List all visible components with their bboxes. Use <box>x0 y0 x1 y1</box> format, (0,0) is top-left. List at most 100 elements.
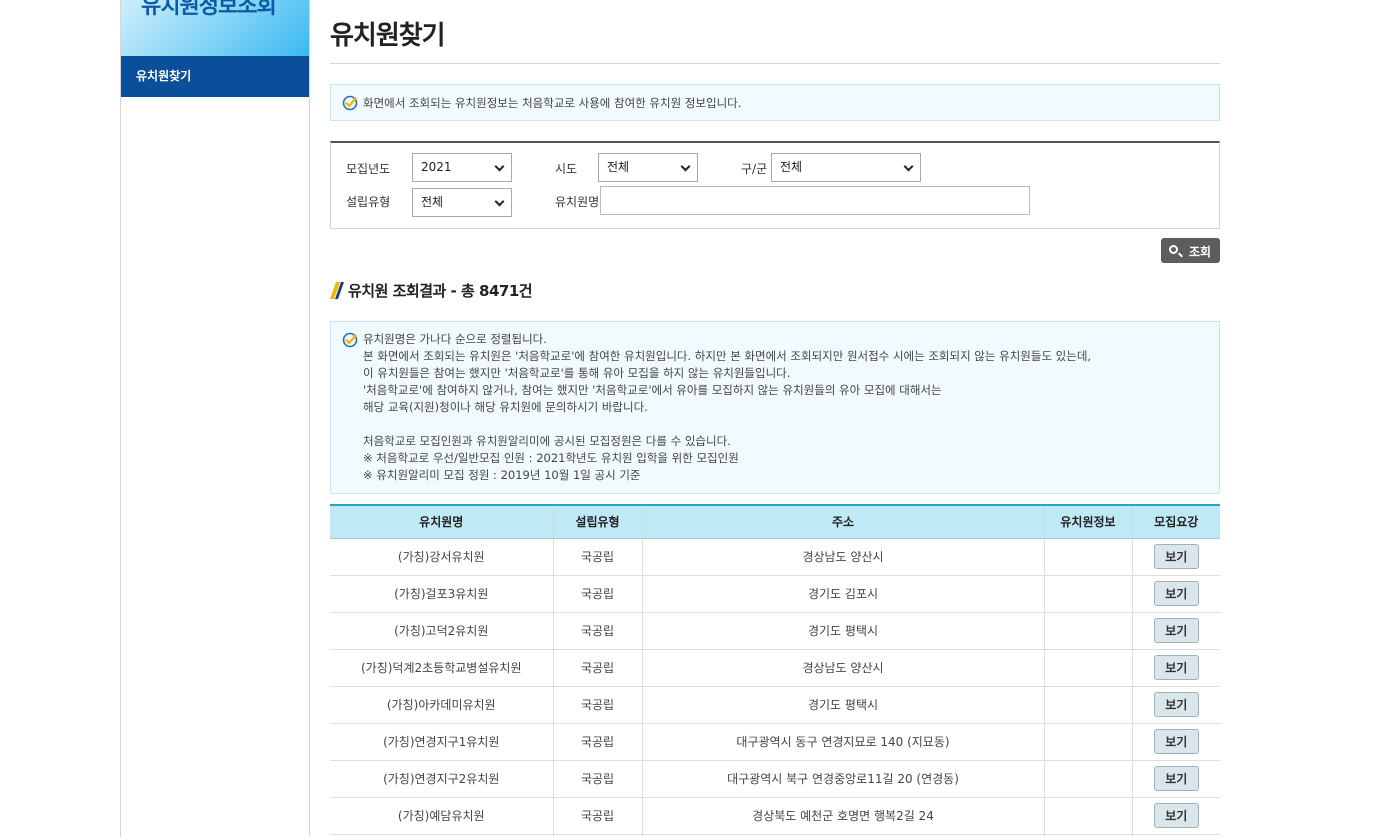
check-circle-icon <box>342 332 358 348</box>
cell-name: (가칭)아카데미유치원 <box>330 686 553 724</box>
sido-select-value: 전체 <box>607 160 630 174</box>
result-title: 유치원 조회결과 - 총 8471건 <box>348 282 533 300</box>
check-circle-icon <box>342 95 358 111</box>
cell-guide: 보기 <box>1131 760 1220 798</box>
sidebar-header-title: 유치원정보조회 <box>141 0 277 19</box>
column-header-address: 주소 <box>641 504 1044 539</box>
search-button[interactable]: 조회 <box>1161 238 1220 263</box>
notice-box-top: 화면에서 조회되는 유치원정보는 처음학교로 사용에 참여한 유치원 정보입니다… <box>330 84 1220 121</box>
search-form: 모집년도 2021 시도 전체 구/군 전체 설립유형 전체 유치원명 <box>330 141 1220 229</box>
search-button-label: 조회 <box>1189 245 1212 259</box>
kindergarten-name-input[interactable] <box>600 186 1030 215</box>
chevron-down-icon <box>680 161 691 172</box>
year-label: 모집년도 <box>346 162 391 176</box>
table-row: (가칭)강서유치원 국공립 경상남도 양산시 보기 <box>330 538 1220 576</box>
cell-guide: 보기 <box>1131 538 1220 576</box>
cell-type: 국공립 <box>552 723 642 761</box>
notice-line: 해당 교육(지원)청이나 해당 유치원에 문의하시기 바랍니다. <box>363 400 648 414</box>
cell-name: (가칭)강서유치원 <box>330 538 553 576</box>
type-label: 설립유형 <box>346 195 391 209</box>
cell-name: (가칭)덕계2초등학교병설유치원 <box>330 649 553 687</box>
table-row: (가칭)덕계2초등학교병설유치원 국공립 경상남도 양산시 보기 <box>330 649 1220 687</box>
cell-info <box>1043 612 1132 650</box>
chevron-down-icon <box>494 196 505 207</box>
table-row: (가칭)예담유치원 국공립 경상북도 예천군 호명면 행복2길 24 보기 <box>330 797 1220 835</box>
cell-address: 경기도 평택시 <box>641 686 1044 724</box>
cell-info <box>1043 575 1132 613</box>
table-header-row: 유치원명 설립유형 주소 유치원정보 모집요강 <box>330 504 1220 539</box>
view-guide-button[interactable]: 보기 <box>1153 655 1199 680</box>
cell-type: 국공립 <box>552 649 642 687</box>
result-title-bar: 유치원 조회결과 - 총 8471건 <box>330 279 1220 303</box>
column-header-name: 유치원명 <box>330 504 553 539</box>
notice-line: ※ 처음학교로 우선/일반모집 인원 : 2021학년도 유치원 입학을 위한 … <box>363 451 739 465</box>
name-label: 유치원명 <box>555 195 600 209</box>
cell-info <box>1043 649 1132 687</box>
sidebar: 유치원정보조회 유치원찾기 <box>120 0 310 837</box>
cell-info <box>1043 723 1132 761</box>
notice-line: 본 화면에서 조회되는 유치원은 '처음학교로'에 참여한 유치원입니다. 하지… <box>363 349 1092 363</box>
cell-info <box>1043 686 1132 724</box>
cell-address: 경상남도 양산시 <box>641 649 1044 687</box>
cell-guide: 보기 <box>1131 575 1220 613</box>
page-title: 유치원찾기 <box>330 21 446 51</box>
view-guide-button[interactable]: 보기 <box>1153 544 1199 569</box>
notice-top-text: 화면에서 조회되는 유치원정보는 처음학교로 사용에 참여한 유치원 정보입니다… <box>363 96 742 110</box>
cell-type: 국공립 <box>552 797 642 835</box>
year-select-value: 2021 <box>421 160 452 174</box>
search-button-row: 조회 <box>330 229 1220 265</box>
view-guide-button[interactable]: 보기 <box>1153 581 1199 606</box>
cell-address: 대구광역시 동구 연경지묘로 140 (지묘동) <box>641 723 1044 761</box>
view-guide-button[interactable]: 보기 <box>1153 618 1199 643</box>
year-select[interactable]: 2021 <box>412 153 512 182</box>
cell-type: 국공립 <box>552 538 642 576</box>
table-row: (가칭)고덕2유치원 국공립 경기도 평택시 보기 <box>330 612 1220 650</box>
cell-info <box>1043 760 1132 798</box>
view-guide-button[interactable]: 보기 <box>1153 803 1199 828</box>
gugun-select-value: 전체 <box>780 160 803 174</box>
view-guide-button[interactable]: 보기 <box>1153 766 1199 791</box>
notice-line: 처음학교로 모집인원과 유치원알리미에 공시된 모집정원은 다를 수 있습니다. <box>363 434 731 448</box>
cell-guide: 보기 <box>1131 797 1220 835</box>
cell-info <box>1043 797 1132 835</box>
results-table: 유치원명 설립유형 주소 유치원정보 모집요강 (가칭)강서유치원 국공립 경상남도… <box>330 504 1220 837</box>
cell-name: (가칭)고덕2유치원 <box>330 612 553 650</box>
notice-line: 유치원명은 가나다 순으로 정렬됩니다. <box>363 332 547 346</box>
sidebar-item-kindergarten-search[interactable]: 유치원찾기 <box>121 56 309 97</box>
chevron-down-icon <box>494 161 505 172</box>
notice-line: 이 유치원들은 참여는 했지만 '처음학교로'를 통해 유아 모집을 하지 않는… <box>363 366 791 380</box>
column-header-type: 설립유형 <box>552 504 642 539</box>
type-select-value: 전체 <box>421 195 444 209</box>
view-guide-button[interactable]: 보기 <box>1153 729 1199 754</box>
sido-select[interactable]: 전체 <box>598 153 698 182</box>
cell-name: (가칭)예담유치원 <box>330 797 553 835</box>
chevron-down-icon <box>903 161 914 172</box>
gugun-select[interactable]: 전체 <box>771 153 921 182</box>
notice-results-text: 유치원명은 가나다 순으로 정렬됩니다. 본 화면에서 조회되는 유치원은 '처… <box>363 331 1091 484</box>
table-row: (가칭)연경지구2유치원 국공립 대구광역시 북구 연경중앙로11길 20 (연경동… <box>330 760 1220 798</box>
cell-type: 국공립 <box>552 686 642 724</box>
cell-guide: 보기 <box>1131 649 1220 687</box>
sidebar-header: 유치원정보조회 <box>121 0 309 56</box>
cell-name: (가칭)연경지구1유치원 <box>330 723 553 761</box>
cell-type: 국공립 <box>552 612 642 650</box>
title-divider <box>330 63 1220 64</box>
cell-address: 대구광역시 북구 연경중앙로11길 20 (연경동) <box>641 760 1044 798</box>
title-marker-icon <box>330 282 344 299</box>
notice-line: '처음학교로'에 참여하지 않거나, 참여는 했지만 '처음학교로'에서 유아를… <box>363 383 942 397</box>
main-content: 유치원찾기 화면에서 조회되는 유치원정보는 처음학교로 사용에 참여한 유치원… <box>330 0 1220 837</box>
cell-name: (가칭)걸포3유치원 <box>330 575 553 613</box>
cell-guide: 보기 <box>1131 686 1220 724</box>
type-select[interactable]: 전체 <box>412 188 512 217</box>
gugun-label: 구/군 <box>741 162 768 176</box>
view-guide-button[interactable]: 보기 <box>1153 692 1199 717</box>
table-row: (가칭)걸포3유치원 국공립 경기도 김포시 보기 <box>330 575 1220 613</box>
cell-address: 경기도 김포시 <box>641 575 1044 613</box>
column-header-info: 유치원정보 <box>1043 504 1132 539</box>
cell-type: 국공립 <box>552 575 642 613</box>
table-row: (가칭)아카데미유치원 국공립 경기도 평택시 보기 <box>330 686 1220 724</box>
cell-address: 경상남도 양산시 <box>641 538 1044 576</box>
notice-line <box>363 416 1091 433</box>
cell-guide: 보기 <box>1131 612 1220 650</box>
cell-guide: 보기 <box>1131 723 1220 761</box>
